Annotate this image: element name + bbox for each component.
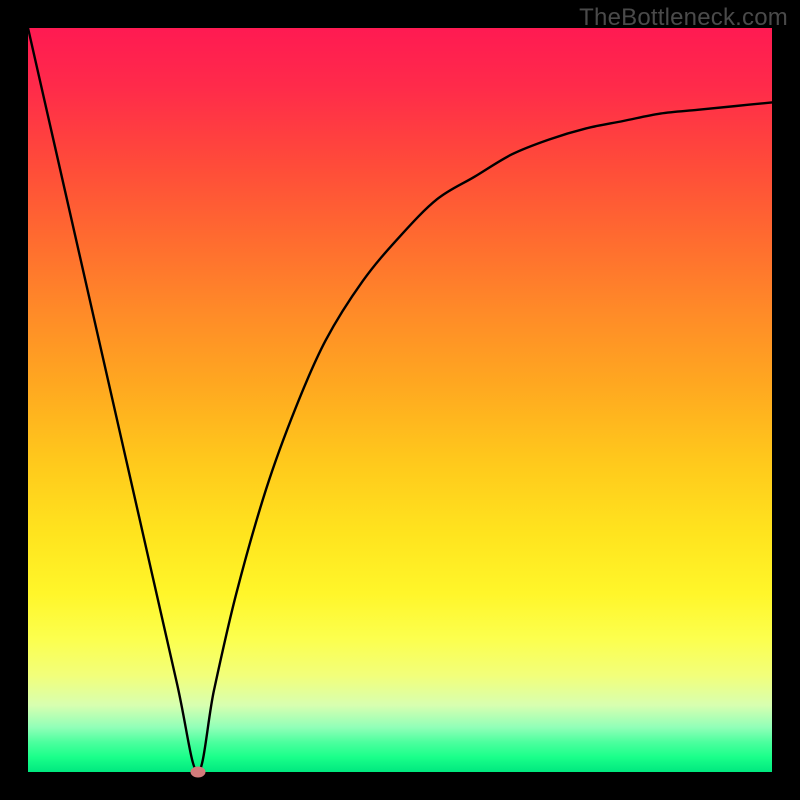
plot-area [28, 28, 772, 772]
curve-path [28, 28, 772, 772]
bottleneck-curve [28, 28, 772, 772]
minimum-marker [190, 767, 205, 778]
chart-frame: TheBottleneck.com [0, 0, 800, 800]
